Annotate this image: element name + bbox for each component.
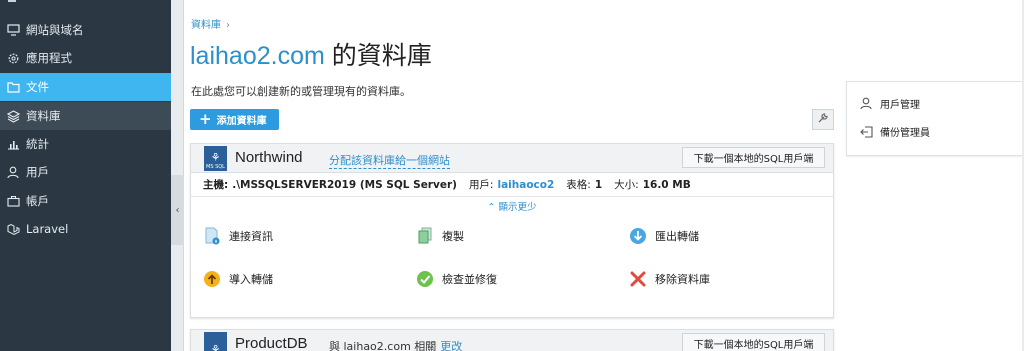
- page-title: laihao2.com 的資料庫: [190, 36, 432, 72]
- sidebar-item-laravel[interactable]: Laravel: [0, 215, 171, 243]
- breadcrumb: 資料庫 ›: [191, 16, 230, 31]
- database-info-line: 主機: .\MSSQLSERVER2019 (MS SQL Server) 用戶…: [191, 173, 833, 197]
- export-dump-icon: [629, 227, 647, 245]
- page-intro: 在此處您可以創建新的或管理現有的資料庫。: [191, 85, 411, 98]
- breadcrumb-separator: ›: [226, 20, 230, 31]
- sidebar-item-label: 文件: [26, 80, 49, 94]
- sidebar-item-label: 應用程式: [26, 51, 72, 65]
- sidebar-item-apps[interactable]: 應用程式: [0, 44, 171, 72]
- copy-icon: [416, 227, 434, 245]
- folder-icon: [6, 80, 20, 94]
- user-manage-icon: [859, 97, 873, 111]
- connection-info-action[interactable]: 連接資訊: [203, 227, 273, 245]
- tools-button[interactable]: [812, 109, 834, 130]
- mssql-logo-icon: ⚘ MS SQL: [204, 146, 227, 171]
- sidebar-item-label: 網站與域名: [26, 23, 84, 37]
- right-side-panel: 用戶管理 備份管理員: [846, 81, 1024, 156]
- sidebar-item-websites[interactable]: 網站與域名: [0, 16, 171, 44]
- gear-icon: [6, 51, 20, 65]
- sidebar-item-label: 統計: [26, 137, 49, 151]
- database-actions: 連接資訊 複製 匯出轉儲 導入轉儲 檢查並修復 移除資料庫: [191, 219, 833, 311]
- sidebar-item-users[interactable]: 用戶: [0, 158, 171, 186]
- sidebar: 網站與域名 應用程式 文件 資料庫 統計 用戶 帳戶 Laravel: [0, 0, 171, 351]
- host-value: .\MSSQLSERVER2019 (MS SQL Server): [232, 178, 457, 191]
- mssql-logo-icon: ⚘: [204, 332, 227, 351]
- check-repair-action[interactable]: 檢查並修復: [416, 270, 497, 288]
- briefcase-icon: [6, 194, 20, 208]
- monitor-icon: [6, 23, 20, 37]
- show-less-toggle[interactable]: ⌃ 顯示更少: [191, 197, 833, 219]
- assign-website-link[interactable]: 分配該資料庫給一個網站: [329, 152, 450, 169]
- check-repair-icon: [416, 270, 434, 288]
- database-card-header: ⚘ MS SQL Northwind 分配該資料庫給一個網站 下載一個本地的SQ…: [191, 144, 833, 173]
- change-link[interactable]: 更改: [440, 340, 462, 351]
- database-card-productdb: ⚘ ProductDB 與 laihao2.com 相關 更改 下載一個本地的SQ…: [190, 329, 834, 351]
- related-domain-text: 與 laihao2.com 相關 更改: [329, 340, 463, 351]
- sidebar-item-statistics[interactable]: 統計: [0, 130, 171, 158]
- database-icon: [6, 109, 20, 123]
- export-dump-action[interactable]: 匯出轉儲: [629, 227, 699, 245]
- sidebar-item-label: 帳戶: [26, 194, 49, 208]
- download-sql-client-button[interactable]: 下載一個本地的SQL用戶端: [682, 333, 825, 351]
- remove-database-action[interactable]: 移除資料庫: [629, 270, 710, 288]
- sidebar-item-databases[interactable]: 資料庫: [0, 102, 171, 130]
- database-name[interactable]: ProductDB: [235, 335, 308, 351]
- sidebar-item-files[interactable]: 文件: [0, 73, 171, 101]
- laravel-icon: [6, 222, 20, 236]
- download-sql-client-button[interactable]: 下載一個本地的SQL用戶端: [682, 147, 825, 168]
- sidebar-item-label: 用戶: [26, 165, 49, 179]
- size-value: 16.0 MB: [642, 178, 691, 191]
- user-label: 用戶:: [468, 179, 494, 191]
- backup-manager-link[interactable]: 備份管理員: [859, 124, 930, 139]
- db-user-link[interactable]: laihaoco2: [497, 179, 554, 191]
- logo-fragment: [8, 0, 16, 2]
- user-icon: [6, 165, 20, 179]
- host-label: 主機:: [203, 179, 229, 191]
- sidebar-item-label: Laravel: [26, 222, 69, 236]
- sidebar-item-label: 資料庫: [26, 109, 61, 123]
- database-card-northwind: ⚘ MS SQL Northwind 分配該資料庫給一個網站 下載一個本地的SQ…: [190, 143, 834, 318]
- database-name[interactable]: Northwind: [235, 149, 303, 166]
- bar-chart-icon: [6, 137, 20, 151]
- page-title-domain[interactable]: laihao2.com: [190, 42, 325, 70]
- chevron-left-icon: ‹: [175, 204, 180, 216]
- import-dump-action[interactable]: 導入轉儲: [203, 270, 273, 288]
- plus-icon: +: [199, 110, 212, 128]
- sidebar-collapse-button[interactable]: ‹: [171, 175, 184, 245]
- connection-info-icon: [203, 227, 221, 245]
- tables-label: 表格:: [566, 179, 591, 191]
- tables-value: 1: [594, 178, 603, 191]
- copy-action[interactable]: 複製: [416, 227, 464, 245]
- remove-database-icon: [629, 270, 647, 288]
- backup-icon: [859, 125, 873, 139]
- database-card-header: ⚘ ProductDB 與 laihao2.com 相關 更改 下載一個本地的SQ…: [191, 330, 833, 351]
- sidebar-item-account[interactable]: 帳戶: [0, 187, 171, 215]
- page-title-suffix: 的資料庫: [324, 42, 432, 70]
- breadcrumb-link-databases[interactable]: 資料庫: [191, 20, 221, 31]
- add-database-button[interactable]: + 添加資料庫: [190, 109, 279, 130]
- add-database-label: 添加資料庫: [216, 116, 267, 127]
- import-dump-icon: [203, 270, 221, 288]
- user-management-link[interactable]: 用戶管理: [859, 96, 920, 111]
- wrench-icon: [817, 112, 829, 127]
- size-label: 大小:: [614, 179, 639, 191]
